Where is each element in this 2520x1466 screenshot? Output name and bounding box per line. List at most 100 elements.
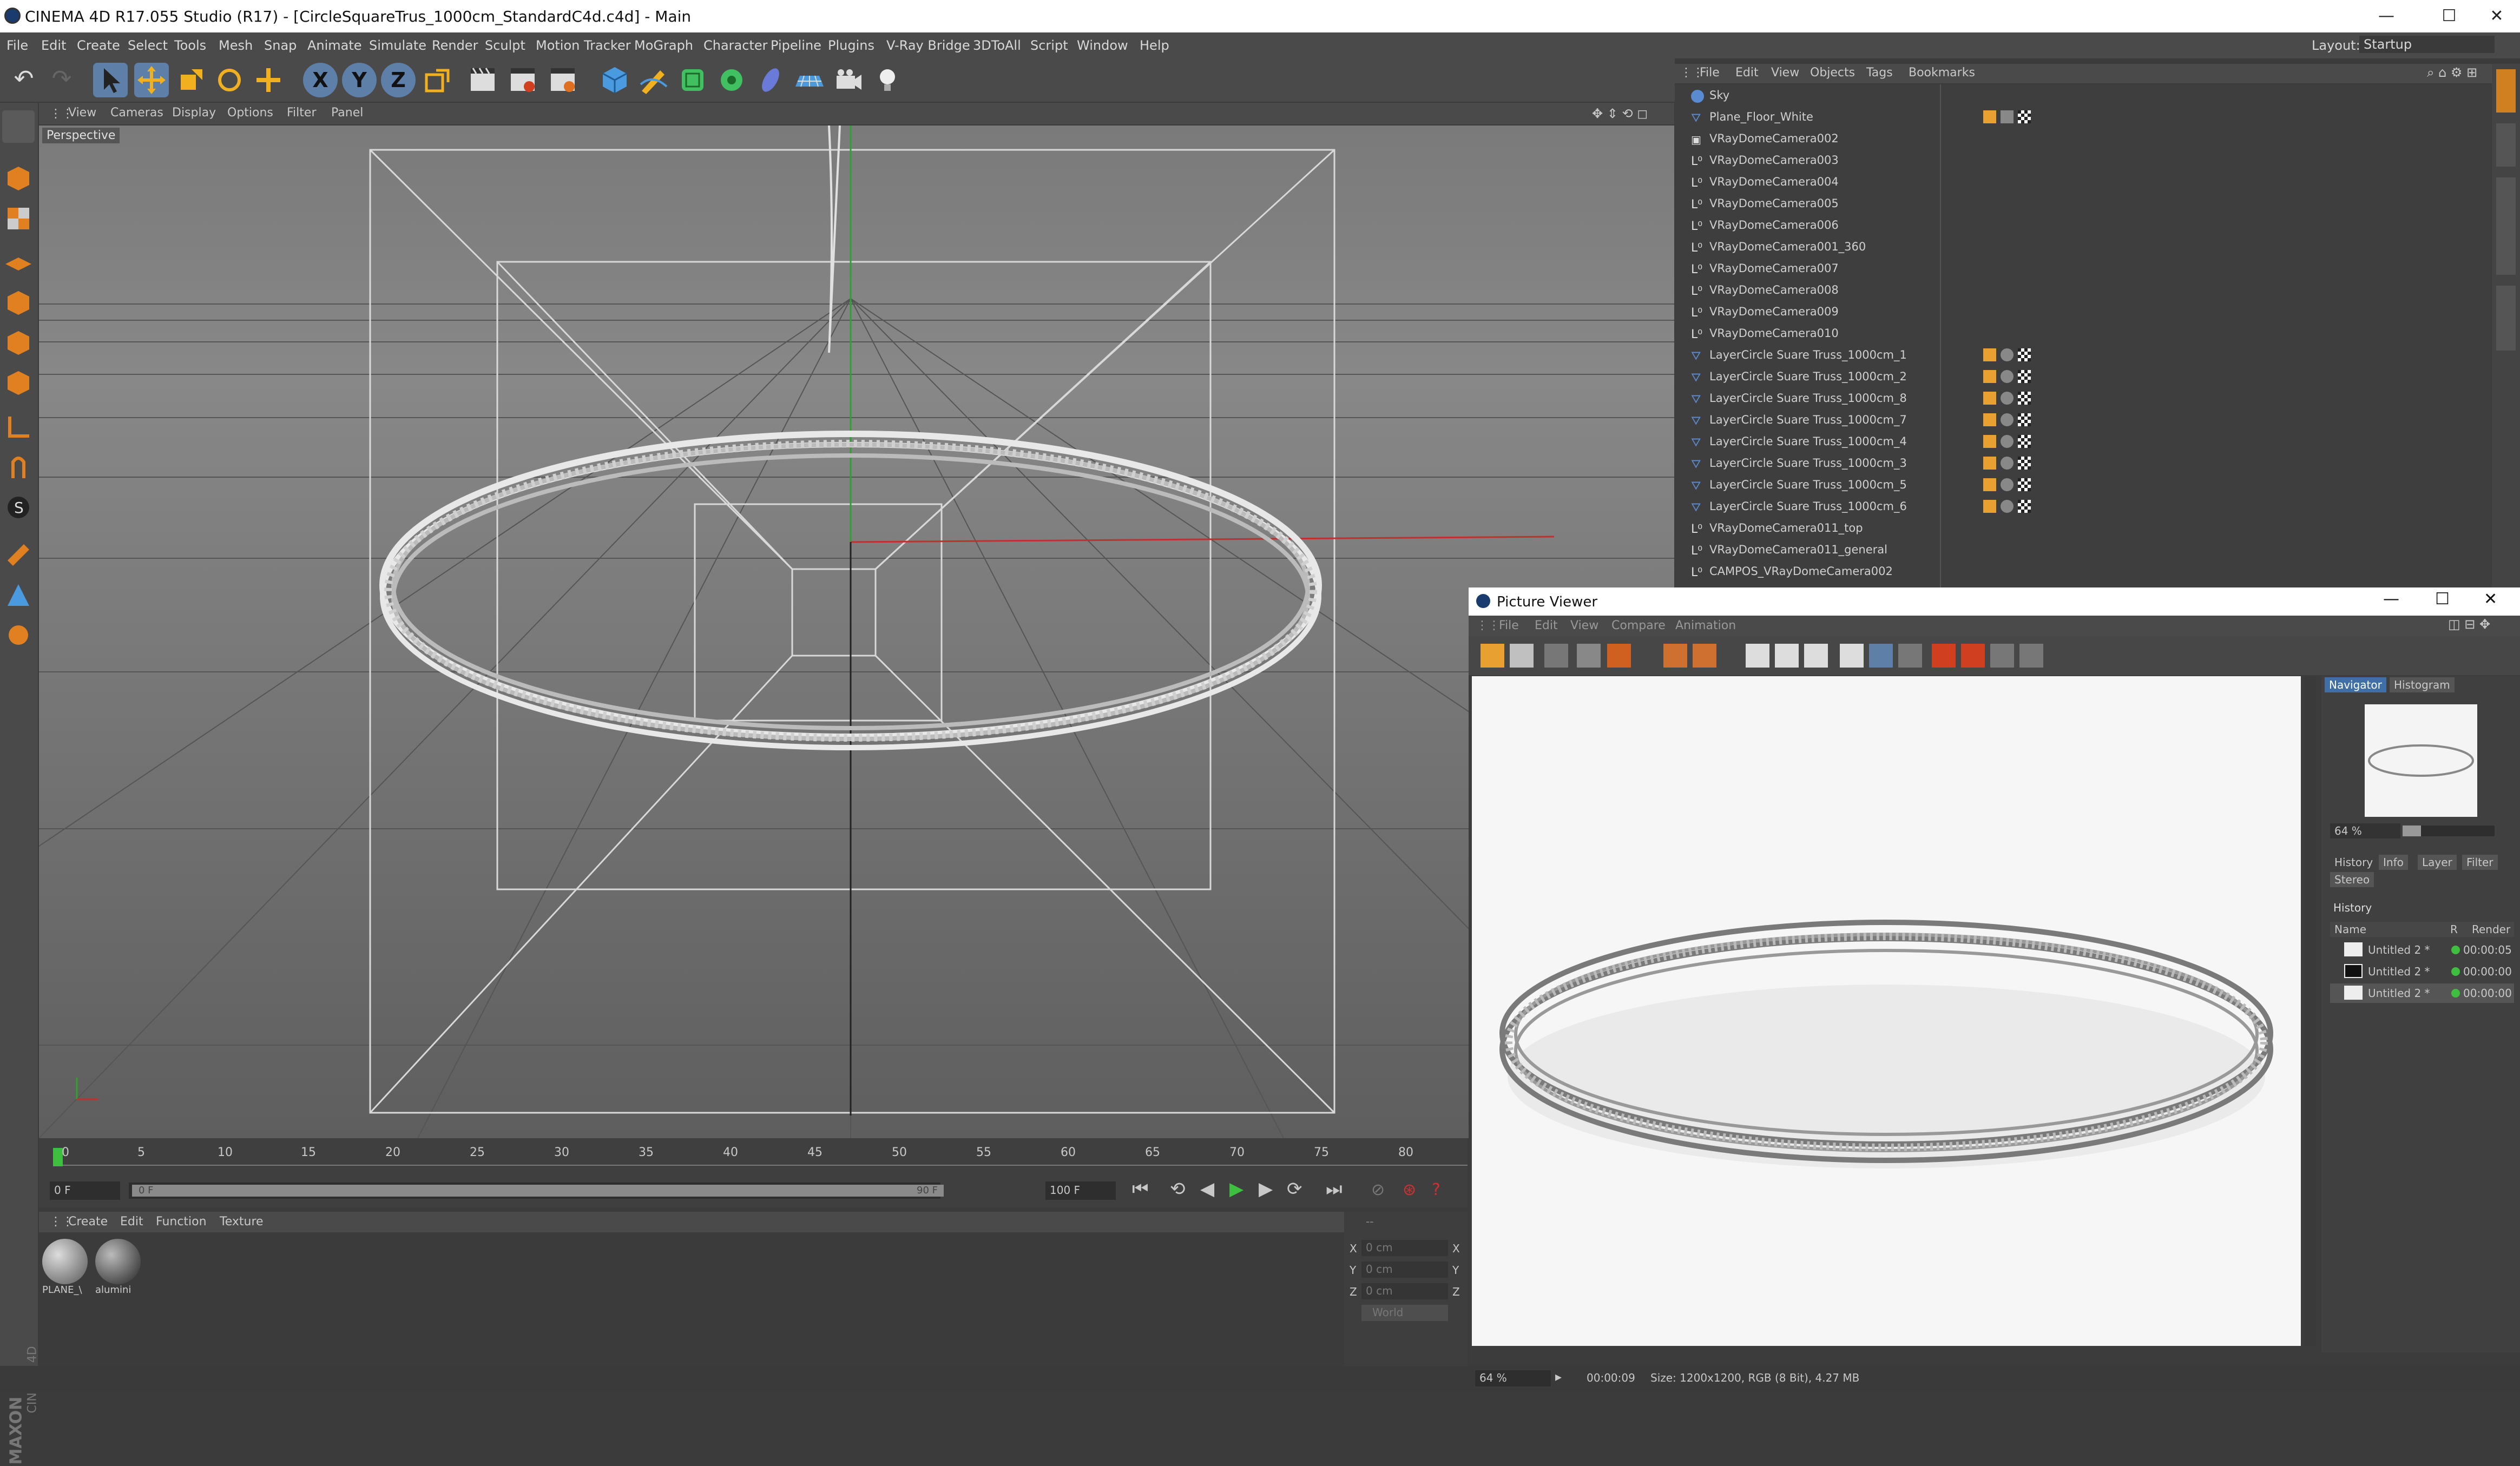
pv-menu-view[interactable]: View [1570, 619, 1598, 632]
material-tag-icon[interactable] [2018, 110, 2031, 123]
menu-snap[interactable]: Snap [264, 38, 297, 53]
tag-icon[interactable] [2001, 478, 2014, 491]
om-menu-view[interactable]: View [1771, 66, 1799, 80]
ab-a-icon[interactable] [1932, 644, 1956, 668]
zoom-slider-handle[interactable] [2403, 826, 2421, 836]
menu-tools[interactable]: Tools [174, 38, 206, 53]
compare-a-icon[interactable] [1746, 644, 1769, 668]
object-row[interactable]: ⛛ LayerCircle Suare Truss_1000cm_4 [1675, 432, 2492, 453]
end-frame-field[interactable]: 100 F [1045, 1181, 1116, 1200]
material-tag-icon[interactable] [2018, 370, 2031, 383]
histogram-tab[interactable]: Histogram [2390, 677, 2455, 692]
workplane-icon[interactable] [2, 242, 35, 275]
material-menu-texture[interactable]: Texture [220, 1215, 264, 1229]
render-settings-icon[interactable] [545, 63, 580, 97]
objects-tab[interactable] [2496, 69, 2516, 113]
tag-icon[interactable] [1983, 392, 1996, 405]
tag-icon[interactable] [2001, 110, 2014, 123]
subdivision-surface-icon[interactable] [675, 63, 710, 97]
coord-z-field[interactable]: 0 cm [1361, 1283, 1448, 1299]
material-tag-icon[interactable] [2018, 435, 2031, 448]
filter-tab[interactable]: Filter [2462, 855, 2498, 870]
record-keys-icon[interactable]: ⊛ [1403, 1180, 1416, 1199]
object-row[interactable]: ⛛ LayerCircle Suare Truss_1000cm_7 [1675, 410, 2492, 432]
pv-zoom-field[interactable]: 64 % [1475, 1370, 1551, 1386]
make-editable-icon[interactable] [2, 110, 35, 143]
object-row[interactable]: L⁰ VRayDomeCamera007 [1675, 259, 2492, 280]
goto-start-icon[interactable]: ⏮ [1132, 1178, 1149, 1200]
material-menu-edit[interactable]: Edit [120, 1215, 143, 1229]
tag-icon[interactable] [1983, 370, 1996, 383]
tag-icon[interactable] [2001, 500, 2014, 513]
tag-icon[interactable] [1983, 110, 1996, 123]
open-icon[interactable] [1481, 644, 1504, 668]
menu-create[interactable]: Create [77, 38, 120, 53]
material-menu-create[interactable]: Create [68, 1215, 108, 1229]
pv-minimize-button[interactable]: — [2383, 590, 2399, 609]
om-menu-objects[interactable]: Objects [1810, 66, 1855, 80]
om-menu-edit[interactable]: Edit [1735, 66, 1759, 80]
tag-icon[interactable] [2001, 413, 2014, 426]
edges-mode-icon[interactable] [2, 327, 35, 359]
object-row[interactable]: L⁰ VRayDomeCamera011_top [1675, 518, 2492, 540]
menu-vray-bridge[interactable]: V-Ray Bridge [886, 38, 970, 53]
history-row-selected[interactable]: Untitled 2 * 00:00:00 [2330, 983, 2514, 1003]
menu-mesh[interactable]: Mesh [219, 38, 253, 53]
render-to-picture-viewer-icon[interactable] [505, 63, 540, 97]
material-tag-icon[interactable] [2018, 478, 2031, 491]
ab-split-icon[interactable] [2019, 644, 2043, 668]
history-tab[interactable]: History [2330, 855, 2377, 870]
compare-swap-icon[interactable] [1804, 644, 1828, 668]
coord-y-field[interactable]: 0 cm [1361, 1262, 1448, 1278]
tag-icon[interactable] [1983, 478, 1996, 491]
next-key-icon[interactable]: ⟳ [1287, 1178, 1302, 1200]
menu-help[interactable]: Help [1140, 38, 1169, 53]
tag-icon[interactable] [1983, 457, 1996, 470]
render-region-icon[interactable] [1577, 644, 1601, 668]
menu-edit[interactable]: Edit [41, 38, 66, 53]
axis-mode-icon[interactable] [2, 411, 35, 444]
history-row[interactable]: Untitled 2 * 00:00:05 [2330, 940, 2514, 960]
structure-tab[interactable] [2496, 286, 2516, 351]
polygons-mode-icon[interactable] [2, 367, 35, 399]
object-row[interactable]: L⁰ VRayDomeCamera001_360 [1675, 237, 2492, 259]
tag-icon[interactable] [1983, 435, 1996, 448]
prev-key-icon[interactable]: ⟲ [1170, 1178, 1186, 1200]
light-icon[interactable] [870, 63, 905, 97]
object-row[interactable]: L⁰ VRayDomeCamera003 [1675, 150, 2492, 172]
navigator-zoom-slider[interactable] [2403, 826, 2495, 836]
material-menu-function[interactable]: Function [156, 1215, 207, 1229]
material-swatch[interactable]: alumini [95, 1239, 144, 1304]
info-tab[interactable]: Info [2379, 855, 2408, 870]
ab-toggle-icon[interactable] [1990, 644, 2014, 668]
fullscreen-icon[interactable] [1544, 644, 1568, 668]
rotate-icon[interactable] [212, 63, 247, 97]
channel-rgb-icon[interactable] [1869, 644, 1893, 668]
x-axis-lock-button[interactable]: X [303, 63, 338, 97]
minimize-button[interactable]: — [2370, 4, 2403, 28]
next-frame-icon[interactable]: ▶ [1259, 1178, 1273, 1200]
object-row[interactable]: L⁰ CAMPOS_VRayDomeCamera002 [1675, 562, 2492, 583]
viewport-menu-display[interactable]: Display [172, 106, 216, 120]
pv-close-button[interactable]: ✕ [2484, 590, 2497, 609]
floor-icon[interactable] [792, 63, 827, 97]
object-row[interactable]: ⛛ LayerCircle Suare Truss_1000cm_1 [1675, 345, 2492, 367]
menu-character[interactable]: Character [703, 38, 768, 53]
menu-3dtoall[interactable]: 3DToAll [973, 38, 1021, 53]
material-tag-icon[interactable] [2018, 500, 2031, 513]
channel-icon[interactable] [1840, 644, 1864, 668]
object-row[interactable]: L⁰ VRayDomeCamera009 [1675, 302, 2492, 323]
pv-render-stop-icon[interactable] [1693, 644, 1716, 668]
coord-mode-select[interactable]: World [1361, 1305, 1448, 1321]
om-menu-bookmarks[interactable]: Bookmarks [1909, 66, 1975, 80]
coordinate-system-icon[interactable] [420, 63, 455, 97]
rendered-image-canvas[interactable] [1472, 676, 2301, 1346]
menu-animate[interactable]: Animate [307, 38, 362, 53]
object-row[interactable]: L⁰ VRayDomeCamera010 [1675, 323, 2492, 345]
pv-menu-compare[interactable]: Compare [1611, 619, 1666, 632]
range-slider[interactable]: 0 F 90 F [129, 1183, 944, 1199]
current-frame-field[interactable]: 0 F [50, 1181, 120, 1200]
takes-tab[interactable] [2496, 123, 2516, 167]
coord-x-field[interactable]: 0 cm [1361, 1240, 1448, 1256]
y-axis-lock-button[interactable]: Y [342, 63, 377, 97]
